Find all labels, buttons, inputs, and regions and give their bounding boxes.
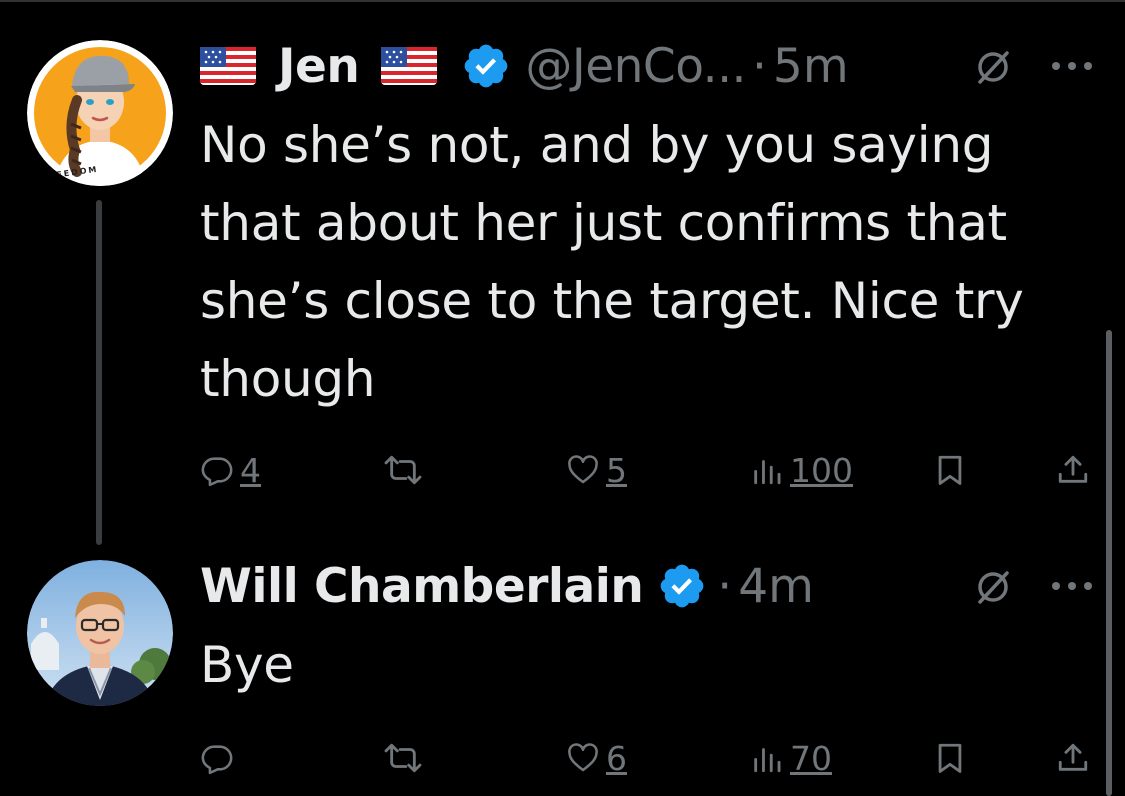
tweet-text-line: Bye	[200, 636, 294, 694]
like-button[interactable]: 6	[566, 736, 627, 780]
tweet-text-line: No she’s not, and by you saying	[200, 116, 994, 174]
avatar-jen[interactable]: FREEDOM	[27, 40, 173, 186]
share-button[interactable]	[1056, 448, 1090, 492]
reply-button[interactable]	[200, 736, 234, 780]
tweet-text: Bye	[200, 626, 1090, 704]
tweet-actions: 4 5 100	[200, 448, 1090, 492]
repost-icon	[384, 455, 422, 485]
thread-connector-line	[96, 200, 102, 545]
grok-icon[interactable]	[974, 48, 1012, 86]
views-count: 70	[790, 738, 832, 778]
share-icon	[1058, 455, 1088, 483]
reply-icon	[201, 457, 233, 487]
tweet-jen[interactable]: FREEDOM Jen @JenCo... · 5m No she’s not,…	[0, 0, 1125, 545]
tweet-text-line: though	[200, 350, 376, 408]
tweet-actions: 6 70	[200, 736, 1090, 780]
timestamp[interactable]: 4m	[738, 559, 814, 614]
tweet-header: Jen @JenCo... · 5m	[200, 38, 849, 94]
like-icon	[568, 743, 598, 772]
views-icon	[754, 460, 781, 485]
tweet-text-line: that about her just confirms that	[200, 194, 1007, 252]
bookmark-icon	[938, 455, 962, 485]
share-button[interactable]	[1056, 736, 1090, 780]
like-icon	[568, 455, 598, 484]
tweet-will-chamberlain[interactable]: Will Chamberlain · 4m Bye 6 70	[0, 540, 1125, 796]
repost-button[interactable]	[383, 448, 423, 492]
us-flag-icon	[200, 47, 256, 85]
avatar-will-chamberlain[interactable]	[27, 560, 173, 706]
tweet-header: Will Chamberlain · 4m	[200, 558, 814, 614]
separator-dot: ·	[717, 558, 733, 614]
repost-button[interactable]	[383, 736, 423, 780]
views-button[interactable]: 70	[750, 736, 832, 780]
like-count: 5	[606, 450, 627, 490]
bookmark-button[interactable]	[933, 448, 967, 492]
display-name[interactable]: Jen	[278, 39, 360, 94]
like-button[interactable]: 5	[566, 448, 627, 492]
reply-icon	[201, 745, 233, 775]
views-button[interactable]: 100	[750, 448, 853, 492]
avatar-man-photo-icon	[27, 560, 173, 706]
like-count: 6	[606, 738, 627, 778]
bookmark-button[interactable]	[933, 736, 967, 780]
views-icon	[754, 748, 781, 773]
more-icon[interactable]	[1050, 60, 1094, 72]
tweet-text-line: she’s close to the target. Nice try	[200, 272, 1024, 330]
tweet-text: No she’s not, and by you saying that abo…	[200, 106, 1090, 418]
reply-button[interactable]: 4	[200, 448, 261, 492]
verified-icon[interactable]	[657, 561, 707, 611]
avatar-cap-woman-icon: FREEDOM	[27, 40, 173, 186]
scrollbar[interactable]	[1106, 330, 1112, 796]
share-icon	[1058, 743, 1088, 771]
views-count: 100	[790, 450, 853, 490]
verified-icon[interactable]	[461, 41, 511, 91]
grok-icon[interactable]	[974, 568, 1012, 606]
bookmark-icon	[938, 743, 962, 773]
repost-icon	[384, 743, 422, 773]
more-icon[interactable]	[1050, 580, 1094, 592]
user-handle[interactable]: @JenCo...	[525, 39, 746, 94]
reply-count: 4	[240, 450, 261, 490]
display-name[interactable]: Will Chamberlain	[200, 559, 644, 614]
us-flag-icon	[381, 47, 438, 85]
timestamp[interactable]: 5m	[773, 39, 849, 94]
separator-dot: ·	[751, 38, 767, 94]
